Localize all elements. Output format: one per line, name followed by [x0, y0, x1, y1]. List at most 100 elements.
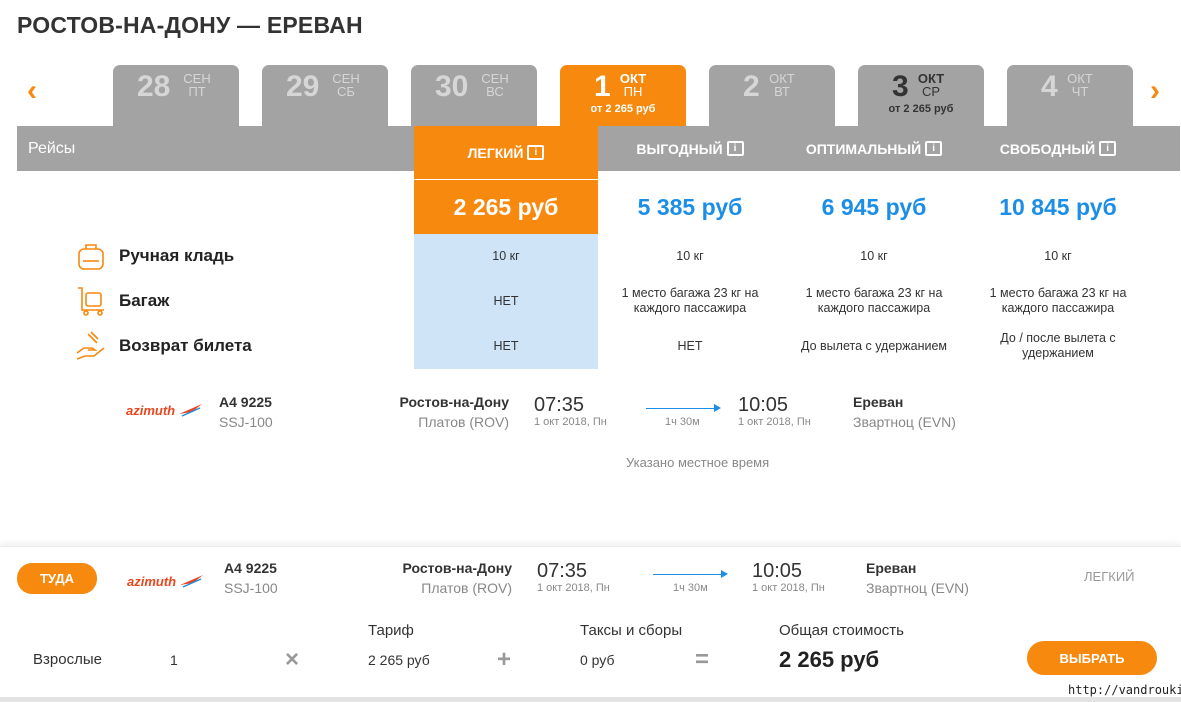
arrow-right-icon — [714, 404, 721, 412]
departure-city: Ростов-на-Дону — [402, 560, 512, 576]
arrival-airport: Звартноц (EVN) — [853, 414, 956, 430]
arrival-time: 10:05 — [752, 560, 803, 582]
airline-logo: azimuth — [127, 573, 205, 589]
aircraft-type: SSJ-100 — [224, 580, 278, 596]
plus-icon: + — [497, 646, 512, 673]
next-dates-arrow-icon[interactable]: › — [1150, 76, 1160, 106]
date-tab-day: 29 — [286, 70, 320, 103]
luggage-cart-icon — [78, 287, 104, 316]
fare-tab-svobodniy[interactable]: СВОБОДНЫЙ i — [966, 126, 1150, 171]
date-tab-month: ОКТ ВТ — [769, 71, 795, 99]
feature-label: Ручная кладь — [119, 246, 235, 265]
prev-dates-arrow-icon[interactable]: ‹ — [27, 76, 37, 106]
flight-arrow — [653, 574, 721, 575]
fare-tab-label: ВЫГОДНЫЙ — [636, 140, 723, 157]
flight-arrow — [646, 408, 714, 409]
flight-duration: 1ч 30м — [673, 582, 708, 594]
date-tab-month: СЕН ВС — [481, 71, 509, 99]
departure-airport: Платов (ROV) — [418, 414, 509, 430]
date-tab-day: 28 — [137, 70, 171, 103]
azimuth-swoosh-icon — [179, 404, 203, 417]
date-tab-day: 1 — [594, 70, 611, 103]
departure-airport: Платов (ROV) — [421, 580, 512, 596]
date-tab-30-sep[interactable]: 30 СЕН ВС — [411, 65, 537, 127]
feature-label: Багаж — [119, 291, 170, 310]
info-icon[interactable]: i — [527, 145, 545, 160]
fare-tab-legkiy[interactable]: ЛЕГКИЙ i — [414, 126, 598, 179]
flight-number: А4 9225 — [224, 560, 277, 576]
airline-logo: azimuth — [126, 402, 204, 418]
flight-duration: 1ч 30м — [665, 416, 700, 428]
departure-time: 07:35 — [534, 394, 585, 416]
date-tab-2-oct[interactable]: 2 ОКТ ВТ — [709, 65, 835, 127]
price-vygodniy[interactable]: 5 385 руб — [598, 180, 782, 234]
bottom-divider — [0, 697, 1181, 702]
date-tab-month: ОКТ ПН — [619, 71, 647, 99]
arrival-city: Ереван — [866, 560, 917, 576]
date-tab-28-sep[interactable]: 28 СЕН ПТ — [113, 65, 239, 127]
taxes-label: Таксы и сборы — [580, 622, 683, 639]
fare-tab-label: СВОБОДНЫЙ — [999, 140, 1096, 157]
info-icon[interactable]: i — [1099, 141, 1117, 156]
info-icon[interactable]: i — [925, 141, 943, 156]
arrival-airport: Звартноц (EVN) — [866, 580, 969, 596]
hand-luggage-optimalniy: 10 кг — [860, 249, 888, 263]
baggage-optimalniy: 1 место багажа 23 кг на каждого пассажир… — [805, 286, 943, 315]
arrival-city: Ереван — [853, 394, 904, 410]
aircraft-type: SSJ-100 — [219, 414, 273, 430]
baggage-vygodniy: 1 место багажа 23 кг на каждого пассажир… — [621, 286, 759, 315]
arrival-date: 1 окт 2018, Пн — [738, 416, 811, 428]
price-optimalniy[interactable]: 6 945 руб — [782, 180, 966, 234]
departure-city: Ростов-на-Дону — [399, 394, 509, 410]
date-tab-day: 4 — [1041, 70, 1058, 103]
azimuth-swoosh-icon — [180, 575, 204, 588]
taxes-value: 0 руб — [580, 652, 615, 668]
passenger-count: 1 — [170, 652, 178, 668]
arrival-time: 10:05 — [738, 394, 789, 416]
feature-row-refund: Возврат билета — [74, 329, 252, 363]
choose-button[interactable]: ВЫБРАТЬ — [1027, 641, 1157, 675]
price-legkiy[interactable]: 2 265 руб — [414, 180, 598, 234]
selected-fare-name: ЛЕГКИЙ — [1084, 569, 1135, 584]
date-tab-day: 30 — [435, 70, 469, 103]
date-tab-price: от 2 265 руб — [590, 103, 656, 115]
bag-icon — [78, 244, 104, 270]
date-tab-month: СЕН ПТ — [183, 71, 211, 99]
date-tab-1-oct-selected[interactable]: 1 ОКТ ПН от 2 265 руб — [560, 65, 686, 127]
hand-luggage-vygodniy: 10 кг — [676, 249, 704, 263]
route-title: РОСТОВ-НА-ДОНУ — ЕРЕВАН — [17, 12, 363, 38]
tariff-label: Тариф — [368, 622, 414, 639]
feature-row-hand-luggage: Ручная кладь — [74, 239, 234, 273]
date-tab-4-oct[interactable]: 4 ОКТ ЧТ — [1007, 65, 1133, 127]
total-price: 2 265 руб — [779, 647, 880, 672]
flight-number: А4 9225 — [219, 394, 272, 410]
feature-label: Возврат билета — [119, 336, 252, 355]
price-svobodniy[interactable]: 10 845 руб — [966, 180, 1150, 234]
arrow-right-icon — [721, 570, 728, 578]
flights-label: Рейсы — [28, 140, 76, 157]
equals-icon: = — [695, 646, 710, 673]
fare-tab-vygodniy[interactable]: ВЫГОДНЫЙ i — [598, 126, 782, 171]
date-tab-month: ОКТ СР — [917, 71, 945, 99]
departure-date: 1 окт 2018, Пн — [534, 416, 607, 428]
info-icon[interactable]: i — [726, 141, 744, 156]
refund-legkiy: НЕТ — [493, 339, 519, 353]
total-label: Общая стоимость — [779, 622, 904, 639]
baggage-legkiy: НЕТ — [493, 294, 519, 308]
date-tab-price: от 2 265 руб — [888, 103, 954, 115]
hand-luggage-svobodniy: 10 кг — [1044, 249, 1072, 263]
fare-tab-label: ЛЕГКИЙ — [467, 144, 524, 161]
direction-there-button[interactable]: ТУДА — [17, 563, 97, 594]
tariff-value: 2 265 руб — [368, 652, 430, 668]
hand-luggage-legkiy: 10 кг — [492, 249, 520, 263]
date-tab-3-oct[interactable]: 3 ОКТ СР от 2 265 руб — [858, 65, 984, 127]
departure-date: 1 окт 2018, Пн — [537, 582, 610, 594]
passenger-type-label: Взрослые — [33, 651, 102, 668]
booking-summary-panel: ТУДА azimuth А4 9225 SSJ-100 Ростов-на-Д… — [0, 546, 1181, 702]
watermark-url: http://vandrouki.ru/ — [1068, 683, 1181, 697]
fare-tab-optimalniy[interactable]: ОПТИМАЛЬНЫЙ i — [782, 126, 966, 171]
date-tab-29-sep[interactable]: 29 СЕН СБ — [262, 65, 388, 127]
departure-time: 07:35 — [537, 560, 588, 582]
refund-svobodniy: До / после вылета с удержанием — [1000, 331, 1116, 360]
refund-hand-icon — [76, 331, 105, 360]
